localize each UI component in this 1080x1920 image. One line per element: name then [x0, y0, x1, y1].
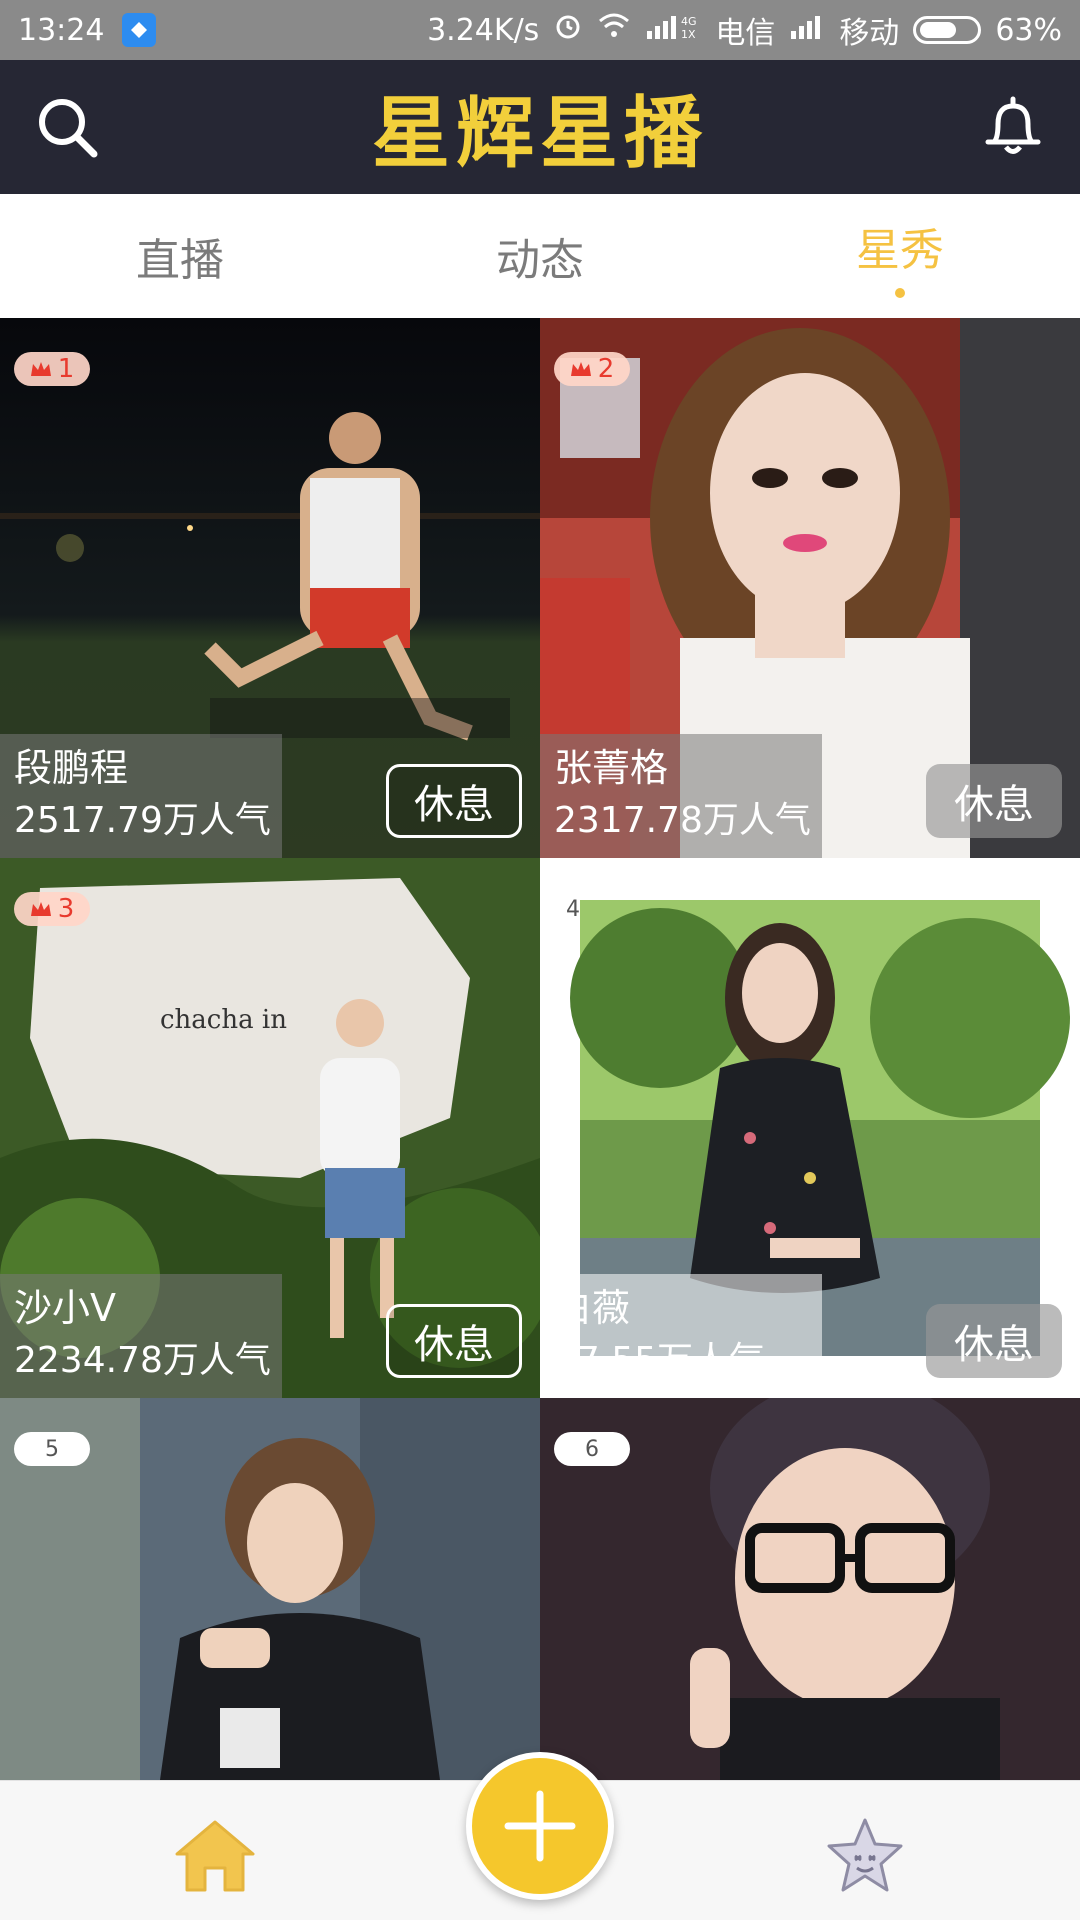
- rank-number: 6: [585, 1436, 599, 1462]
- search-icon: [39, 99, 98, 158]
- notification-button[interactable]: [978, 92, 1048, 162]
- tab-feed-label: 动态: [496, 235, 584, 286]
- bell-icon: [985, 96, 1041, 154]
- tab-live-label: 直播: [136, 235, 224, 286]
- streamer-popularity: 2517.79万人气: [14, 800, 271, 841]
- streamer-card[interactable]: 2 张菁格 2317.78万人气 休息: [540, 318, 1080, 858]
- app-header: 星辉星播: [0, 60, 1080, 194]
- streamer-info: 沙小V 2234.78万人气: [0, 1274, 282, 1398]
- tab-star-show[interactable]: 星秀: [720, 194, 1080, 318]
- crown-icon: [30, 902, 51, 916]
- app-icon: [122, 13, 157, 47]
- streamer-card[interactable]: 6: [540, 1398, 1080, 1780]
- svg-text:1X: 1X: [681, 28, 696, 41]
- streamer-name: 沙小V: [14, 1286, 116, 1330]
- home-icon: [175, 1820, 255, 1892]
- rank-badge: 6: [554, 1432, 630, 1466]
- rank-badge: 3: [14, 892, 90, 926]
- tab-bar: 直播 动态 星秀: [0, 194, 1080, 318]
- streamer-name: 张菁格: [554, 746, 669, 790]
- streamer-info: 白薇 97.55万人气: [540, 1274, 822, 1398]
- streamer-popularity: 97.55万人气: [554, 1340, 766, 1381]
- wifi-icon: [597, 11, 631, 49]
- star-face-icon: [827, 1818, 903, 1892]
- search-button[interactable]: [32, 92, 102, 162]
- tab-live[interactable]: 直播: [0, 194, 360, 318]
- streamer-name: 段鹏程: [14, 746, 129, 790]
- signal-icon: [789, 11, 825, 49]
- status-button[interactable]: 休息: [386, 1304, 522, 1378]
- streamer-card[interactable]: 4 白薇 97.55万人气 休息: [540, 858, 1080, 1398]
- carrier-2: 移动: [839, 16, 900, 51]
- streamer-info: 张菁格 2317.78万人气: [540, 734, 822, 858]
- tab-feed[interactable]: 动态: [360, 194, 720, 318]
- streamer-popularity: 2234.78万人气: [14, 1340, 271, 1381]
- rank-number: 2: [597, 354, 615, 384]
- crown-icon: [30, 362, 51, 376]
- rank-badge: 5: [14, 1432, 90, 1466]
- rank-number: 1: [57, 354, 75, 384]
- streamer-popularity: 2317.78万人气: [554, 800, 811, 841]
- signal-4g-icon: 4G 1X: [645, 11, 701, 49]
- streamer-grid: 1 段鹏程 2517.79万人气 休息 2 张菁格 2317.78万人气 休息 …: [0, 318, 1080, 1780]
- battery-percent: 63%: [995, 12, 1062, 48]
- network-speed: 3.24K/s: [427, 12, 540, 48]
- star-button[interactable]: [820, 1811, 910, 1901]
- status-button[interactable]: 休息: [926, 1304, 1062, 1378]
- plus-icon: [504, 1790, 576, 1862]
- rank-number: 5: [45, 1436, 59, 1462]
- status-button[interactable]: 休息: [386, 764, 522, 838]
- streamer-card[interactable]: 1 段鹏程 2517.79万人气 休息: [0, 318, 540, 858]
- rank-badge: 1: [14, 352, 90, 386]
- tab-star-show-label: 星秀: [856, 225, 944, 276]
- home-button[interactable]: [170, 1811, 260, 1901]
- battery-icon: [913, 16, 982, 44]
- alarm-icon: [553, 11, 583, 49]
- status-time: 13:24: [18, 12, 105, 48]
- rank-badge: 4: [554, 892, 594, 926]
- svg-text:chacha in: chacha in: [160, 1005, 287, 1035]
- svg-text:4G: 4G: [681, 15, 697, 28]
- streamer-card[interactable]: chacha in 3 沙小V 2234.78万人气 休息: [0, 858, 540, 1398]
- streamer-name: 白薇: [554, 1286, 631, 1330]
- rank-badge: 2: [554, 352, 630, 386]
- streamer-card[interactable]: 5: [0, 1398, 540, 1780]
- status-button[interactable]: 休息: [926, 764, 1062, 838]
- active-tab-indicator: [895, 288, 905, 298]
- app-title: 星辉星播: [371, 89, 708, 179]
- rank-number: 3: [57, 894, 75, 924]
- streamer-info: 段鹏程 2517.79万人气: [0, 734, 282, 858]
- crown-icon: [570, 362, 591, 376]
- status-bar: 13:24 3.24K/s 4G 1X 电信 移动 63%: [0, 0, 1080, 60]
- rank-number: 4: [566, 896, 580, 922]
- status-indicators: 3.24K/s 4G 1X 电信 移动 63%: [427, 8, 1062, 52]
- carrier-1: 电信: [715, 16, 776, 51]
- add-button[interactable]: [466, 1752, 614, 1900]
